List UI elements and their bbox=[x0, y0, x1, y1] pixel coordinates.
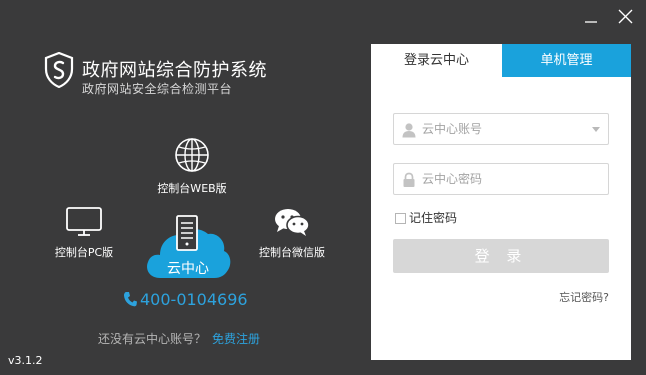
password-input[interactable] bbox=[422, 164, 582, 194]
cloud-center-option[interactable]: 云中心 bbox=[144, 212, 232, 282]
free-register-link[interactable]: 免费注册 bbox=[212, 332, 260, 346]
forgot-password-link[interactable]: 忘记密码? bbox=[559, 289, 609, 305]
hotline-number: 400-0104696 bbox=[140, 290, 248, 309]
lock-icon bbox=[403, 172, 415, 187]
cloud-center-label: 云中心 bbox=[167, 261, 209, 277]
wechat-console-option[interactable]: 控制台微信版 bbox=[254, 206, 330, 260]
app-window: 政府网站综合防护系统 政府网站安全综合检测平台 控制台WEB版 控制台PC版 控… bbox=[0, 0, 646, 375]
login-panel: 登录云中心 单机管理 记住密码 登 录 忘记密码? bbox=[371, 44, 631, 360]
wechat-icon bbox=[275, 209, 310, 236]
remember-password-checkbox[interactable]: 记住密码 bbox=[395, 209, 457, 226]
close-icon bbox=[618, 9, 633, 24]
web-console-label: 控制台WEB版 bbox=[157, 182, 227, 195]
close-button[interactable] bbox=[612, 6, 638, 28]
password-field[interactable] bbox=[393, 163, 609, 195]
web-console-option[interactable]: 控制台WEB版 bbox=[156, 136, 228, 196]
pc-console-label: 控制台PC版 bbox=[54, 246, 114, 259]
phone-icon bbox=[124, 292, 137, 307]
login-button[interactable]: 登 录 bbox=[393, 239, 609, 273]
minimize-button[interactable] bbox=[578, 6, 604, 28]
tab-cloud-login[interactable]: 登录云中心 bbox=[371, 44, 502, 77]
wechat-console-label: 控制台微信版 bbox=[259, 246, 325, 259]
minimize-icon bbox=[585, 21, 597, 23]
hotline: 400-0104696 bbox=[123, 290, 248, 309]
shield-logo-icon bbox=[44, 52, 74, 88]
account-dropdown-icon[interactable] bbox=[592, 127, 600, 132]
checkbox-icon[interactable] bbox=[395, 213, 406, 224]
user-icon bbox=[402, 123, 416, 138]
pc-console-option[interactable]: 控制台PC版 bbox=[48, 206, 120, 260]
app-title: 政府网站综合防护系统 bbox=[82, 60, 267, 81]
remember-password-label: 记住密码 bbox=[409, 211, 458, 225]
globe-icon bbox=[175, 138, 209, 172]
tab-standalone-management[interactable]: 单机管理 bbox=[502, 44, 631, 77]
app-subtitle: 政府网站安全综合检测平台 bbox=[82, 82, 233, 96]
account-input[interactable] bbox=[422, 114, 582, 144]
version-label: v3.1.2 bbox=[8, 354, 43, 367]
account-field[interactable] bbox=[393, 113, 609, 145]
register-question: 还没有云中心账号？ bbox=[98, 332, 207, 346]
register-prompt: 还没有云中心账号？ 免费注册 bbox=[98, 330, 260, 347]
monitor-icon bbox=[66, 207, 102, 236]
